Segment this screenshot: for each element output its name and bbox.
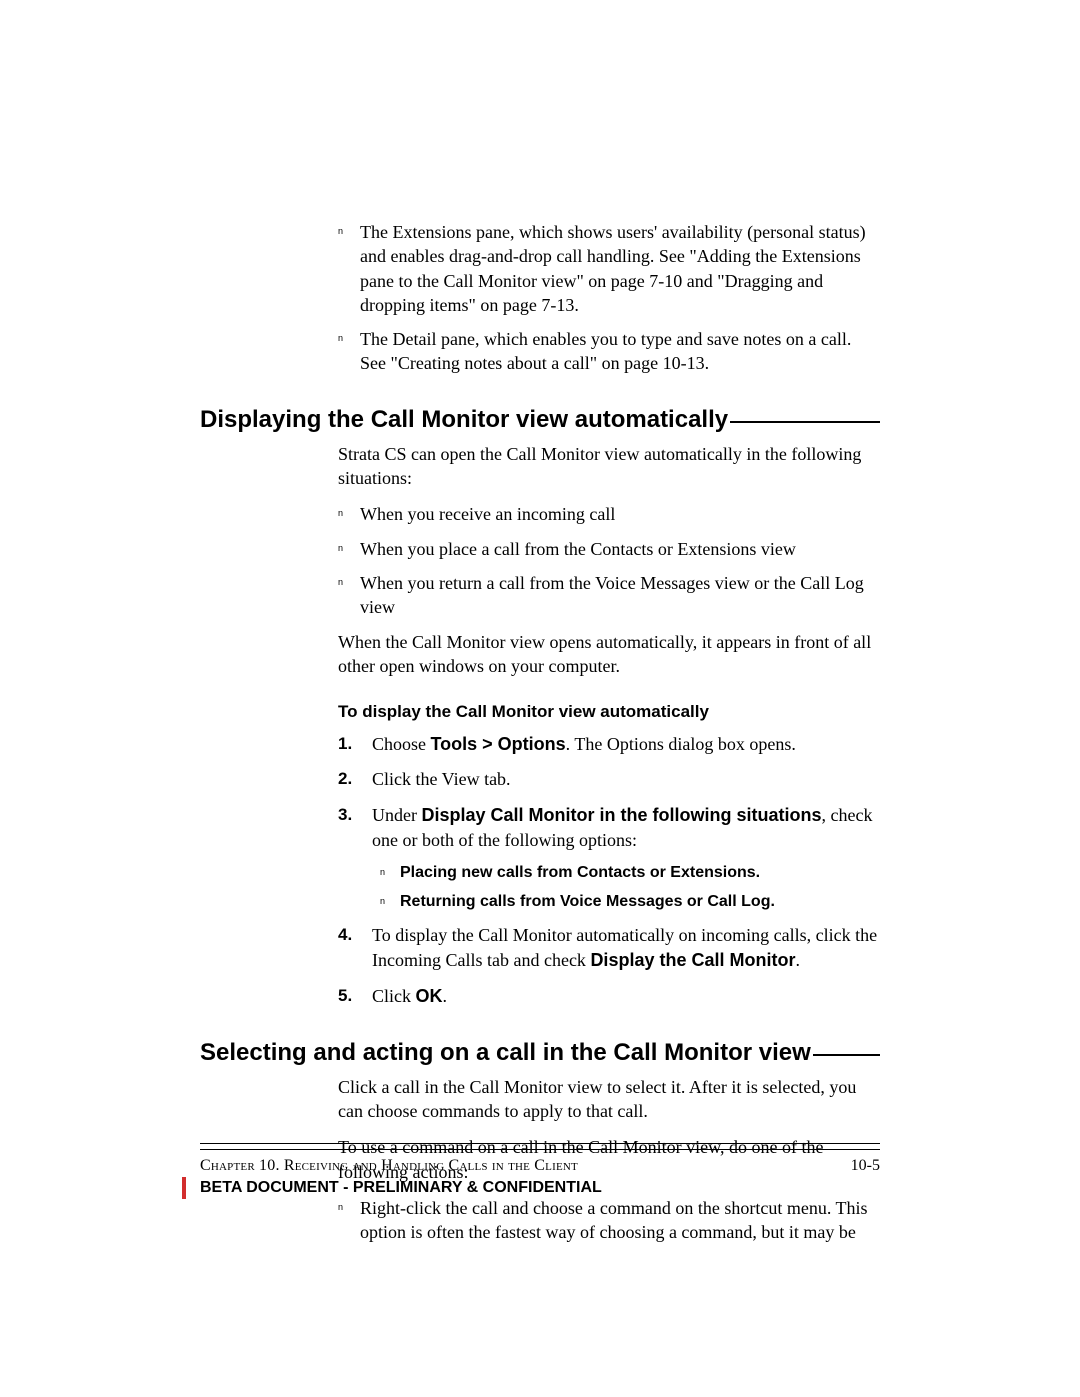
chapter-label: Chapter 10. Receiving and Handling Calls… xyxy=(200,1156,578,1177)
page-footer: Chapter 10. Receiving and Handling Calls… xyxy=(200,1143,880,1197)
section-heading-display-call-monitor: Displaying the Call Monitor view automat… xyxy=(200,406,880,434)
step-3: Under Display Call Monitor in the follow… xyxy=(338,803,880,914)
change-bar-icon xyxy=(182,1177,186,1199)
list-item: The Detail pane, which enables you to ty… xyxy=(338,327,880,376)
step-text: . The Options dialog box opens. xyxy=(566,734,796,754)
section1-body: Strata CS can open the Call Monitor view… xyxy=(338,442,880,1009)
bullet-text: The Detail pane, which enables you to ty… xyxy=(360,329,851,373)
option-text: Returning calls from Voice Messages or C… xyxy=(400,893,770,910)
step-3-options: Placing new calls from Contacts or Exten… xyxy=(380,861,880,913)
list-item: When you receive an incoming call xyxy=(338,502,880,526)
list-item: Right-click the call and choose a comman… xyxy=(338,1196,880,1245)
option-item: Returning calls from Voice Messages or C… xyxy=(380,890,880,913)
intro-continuation: The Extensions pane, which shows users' … xyxy=(338,220,880,376)
heading-rule xyxy=(730,421,880,423)
procedure-heading: To display the Call Monitor view automat… xyxy=(338,702,880,722)
footer-rule xyxy=(200,1143,880,1150)
bullet-text: The Extensions pane, which shows users' … xyxy=(360,222,866,315)
page-number: 10-5 xyxy=(851,1156,880,1177)
step-bold: Display the Call Monitor xyxy=(590,950,795,970)
step-text: . xyxy=(795,950,800,970)
section2-bullet-list: Right-click the call and choose a comman… xyxy=(338,1196,880,1245)
step-text: . xyxy=(443,986,448,1006)
step-4: To display the Call Monitor automaticall… xyxy=(338,923,880,973)
confidential-notice: BETA DOCUMENT - PRELIMINARY & CONFIDENTI… xyxy=(200,1179,880,1197)
section2-p1: Click a call in the Call Monitor view to… xyxy=(338,1075,880,1124)
step-text: Click the View tab. xyxy=(372,769,511,789)
step-text: Choose xyxy=(372,734,431,754)
bullet-text: When you receive an incoming call xyxy=(360,504,615,524)
step-2: Click the View tab. xyxy=(338,767,880,792)
heading-rule xyxy=(813,1054,880,1056)
step-1: Choose Tools > Options. The Options dial… xyxy=(338,732,880,757)
bullet-text: Right-click the call and choose a comman… xyxy=(360,1198,868,1242)
option-text: Placing new calls from Contacts or Exten… xyxy=(400,864,756,881)
section1-bullet-list: When you receive an incoming call When y… xyxy=(338,502,880,619)
step-bold: Tools > Options xyxy=(431,734,566,754)
footer-line-1: Chapter 10. Receiving and Handling Calls… xyxy=(200,1156,880,1177)
section1-intro: Strata CS can open the Call Monitor view… xyxy=(338,442,880,491)
page: The Extensions pane, which shows users' … xyxy=(0,0,1080,1397)
heading-text: Displaying the Call Monitor view automat… xyxy=(200,406,728,434)
list-item: When you place a call from the Contacts … xyxy=(338,537,880,561)
procedure-steps: Choose Tools > Options. The Options dial… xyxy=(338,732,880,1009)
step-bold: Display Call Monitor in the following si… xyxy=(421,805,821,825)
section-heading-selecting-acting: Selecting and acting on a call in the Ca… xyxy=(200,1039,880,1067)
list-item: When you return a call from the Voice Me… xyxy=(338,571,880,620)
step-text: Under xyxy=(372,805,421,825)
section1-after-bullets: When the Call Monitor view opens automat… xyxy=(338,630,880,679)
step-bold: OK xyxy=(416,986,443,1006)
step-text: Click xyxy=(372,986,416,1006)
list-item: The Extensions pane, which shows users' … xyxy=(338,220,880,317)
bullet-text: When you place a call from the Contacts … xyxy=(360,539,796,559)
intro-bullet-list: The Extensions pane, which shows users' … xyxy=(338,220,880,376)
bullet-text: When you return a call from the Voice Me… xyxy=(360,573,864,617)
step-5: Click OK. xyxy=(338,984,880,1009)
option-item: Placing new calls from Contacts or Exten… xyxy=(380,861,880,884)
heading-text: Selecting and acting on a call in the Ca… xyxy=(200,1039,811,1067)
